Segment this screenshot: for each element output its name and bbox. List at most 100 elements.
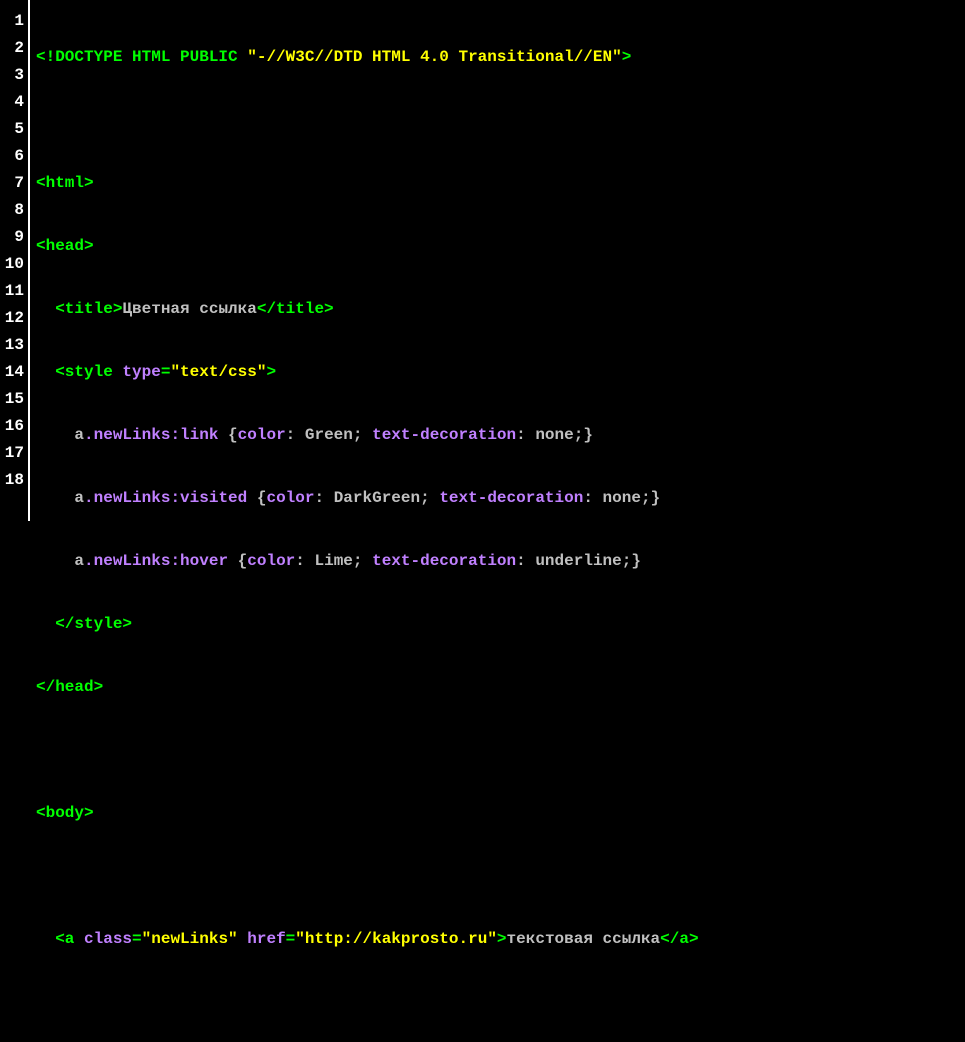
- indent: [36, 930, 55, 948]
- code-line[interactable]: a.newLinks:hover {color: Lime; text-deco…: [36, 548, 959, 575]
- line-number: 9: [4, 224, 24, 251]
- token-tag: >: [497, 930, 507, 948]
- token-brace: {: [228, 426, 238, 444]
- line-number: 2: [4, 35, 24, 62]
- token-punct: ;: [622, 552, 632, 570]
- line-number: 16: [4, 413, 24, 440]
- code-area[interactable]: <!DOCTYPE HTML PUBLIC "-//W3C//DTD HTML …: [30, 0, 965, 521]
- token-prop: color: [266, 489, 314, 507]
- code-line[interactable]: <html>: [36, 170, 959, 197]
- token-brace: {: [238, 552, 248, 570]
- token-prop: color: [238, 426, 286, 444]
- token-doctype: >: [622, 48, 632, 66]
- indent: [36, 426, 74, 444]
- token-punct: :: [516, 426, 535, 444]
- token-class: .newLinks: [84, 426, 170, 444]
- token-pseudo: :link: [170, 426, 228, 444]
- token-selector: a: [74, 426, 84, 444]
- token-punct: ;: [641, 489, 651, 507]
- token-class: .newLinks: [84, 552, 170, 570]
- token-tag: </head>: [36, 678, 103, 696]
- token-prop: color: [247, 552, 295, 570]
- token-doctype: HTML PUBLIC: [132, 48, 247, 66]
- code-line[interactable]: <title>Цветная ссылка</title>: [36, 296, 959, 323]
- indent: [36, 615, 55, 633]
- token-tag: <title>: [55, 300, 122, 318]
- code-line[interactable]: </style>: [36, 611, 959, 638]
- code-line[interactable]: <!DOCTYPE HTML PUBLIC "-//W3C//DTD HTML …: [36, 44, 959, 71]
- token-value: Lime: [314, 552, 352, 570]
- token-tag: <a: [55, 930, 84, 948]
- line-number: 6: [4, 143, 24, 170]
- token-punct: =: [161, 363, 171, 381]
- line-number: 10: [4, 251, 24, 278]
- code-line[interactable]: <a class="newLinks" href="http://kakpros…: [36, 926, 959, 953]
- code-line[interactable]: a.newLinks:visited {color: DarkGreen; te…: [36, 485, 959, 512]
- token-selector: a: [74, 489, 84, 507]
- token-punct: ;: [353, 552, 372, 570]
- token-tag: <head>: [36, 237, 94, 255]
- token-pseudo: :visited: [170, 489, 256, 507]
- code-line[interactable]: [36, 737, 959, 764]
- token-tag: </title>: [257, 300, 334, 318]
- line-number: 12: [4, 305, 24, 332]
- line-number: 5: [4, 116, 24, 143]
- token-value: none: [603, 489, 641, 507]
- indent: [36, 363, 55, 381]
- token-string: "text/css": [170, 363, 266, 381]
- line-number: 8: [4, 197, 24, 224]
- code-editor[interactable]: 1 2 3 4 5 6 7 8 9 10 11 12 13 14 15 16 1…: [0, 0, 965, 521]
- token-brace: }: [631, 552, 641, 570]
- token-tag: <html>: [36, 174, 94, 192]
- token-prop: text-decoration: [372, 426, 516, 444]
- token-attr: href: [247, 930, 285, 948]
- code-line[interactable]: <style type="text/css">: [36, 359, 959, 386]
- code-line[interactable]: <head>: [36, 233, 959, 260]
- token-attr: type: [122, 363, 160, 381]
- token-attr: class: [84, 930, 132, 948]
- token-tag: </a>: [660, 930, 698, 948]
- token-doctype: <!DOCTYPE: [36, 48, 132, 66]
- code-line[interactable]: [36, 989, 959, 1016]
- token-brace: }: [651, 489, 661, 507]
- token-value: underline: [535, 552, 621, 570]
- line-number: 18: [4, 467, 24, 494]
- token-string: "newLinks": [142, 930, 238, 948]
- line-number: 14: [4, 359, 24, 386]
- indent: [36, 300, 55, 318]
- token-value: Green: [305, 426, 353, 444]
- token-string: "http://kakprosto.ru": [295, 930, 497, 948]
- token-punct: :: [516, 552, 535, 570]
- token-prop: text-decoration: [439, 489, 583, 507]
- token-text: текстовая ссылка: [507, 930, 661, 948]
- line-number: 15: [4, 386, 24, 413]
- line-number-gutter: 1 2 3 4 5 6 7 8 9 10 11 12 13 14 15 16 1…: [0, 0, 30, 521]
- line-number: 17: [4, 440, 24, 467]
- token-punct: :: [286, 426, 305, 444]
- token-text: Цветная ссылка: [122, 300, 256, 318]
- code-line[interactable]: [36, 107, 959, 134]
- token-punct: =: [286, 930, 296, 948]
- token-pseudo: :hover: [170, 552, 237, 570]
- token-brace: }: [583, 426, 593, 444]
- indent: [36, 489, 74, 507]
- code-line[interactable]: </head>: [36, 674, 959, 701]
- line-number: 11: [4, 278, 24, 305]
- token-class: .newLinks: [84, 489, 170, 507]
- code-line[interactable]: <body>: [36, 800, 959, 827]
- token-string: "-//W3C//DTD HTML 4.0 Transitional//EN": [247, 48, 621, 66]
- token-punct: :: [314, 489, 333, 507]
- line-number: 13: [4, 332, 24, 359]
- code-line[interactable]: [36, 863, 959, 890]
- indent: [36, 552, 74, 570]
- token-value: DarkGreen: [334, 489, 420, 507]
- token-punct: ;: [574, 426, 584, 444]
- line-number: 1: [4, 8, 24, 35]
- token-tag: </style>: [55, 615, 132, 633]
- token-value: none: [535, 426, 573, 444]
- token-punct: [238, 930, 248, 948]
- token-tag: <body>: [36, 804, 94, 822]
- token-punct: :: [583, 489, 602, 507]
- code-line[interactable]: a.newLinks:link {color: Green; text-deco…: [36, 422, 959, 449]
- token-punct: ;: [353, 426, 372, 444]
